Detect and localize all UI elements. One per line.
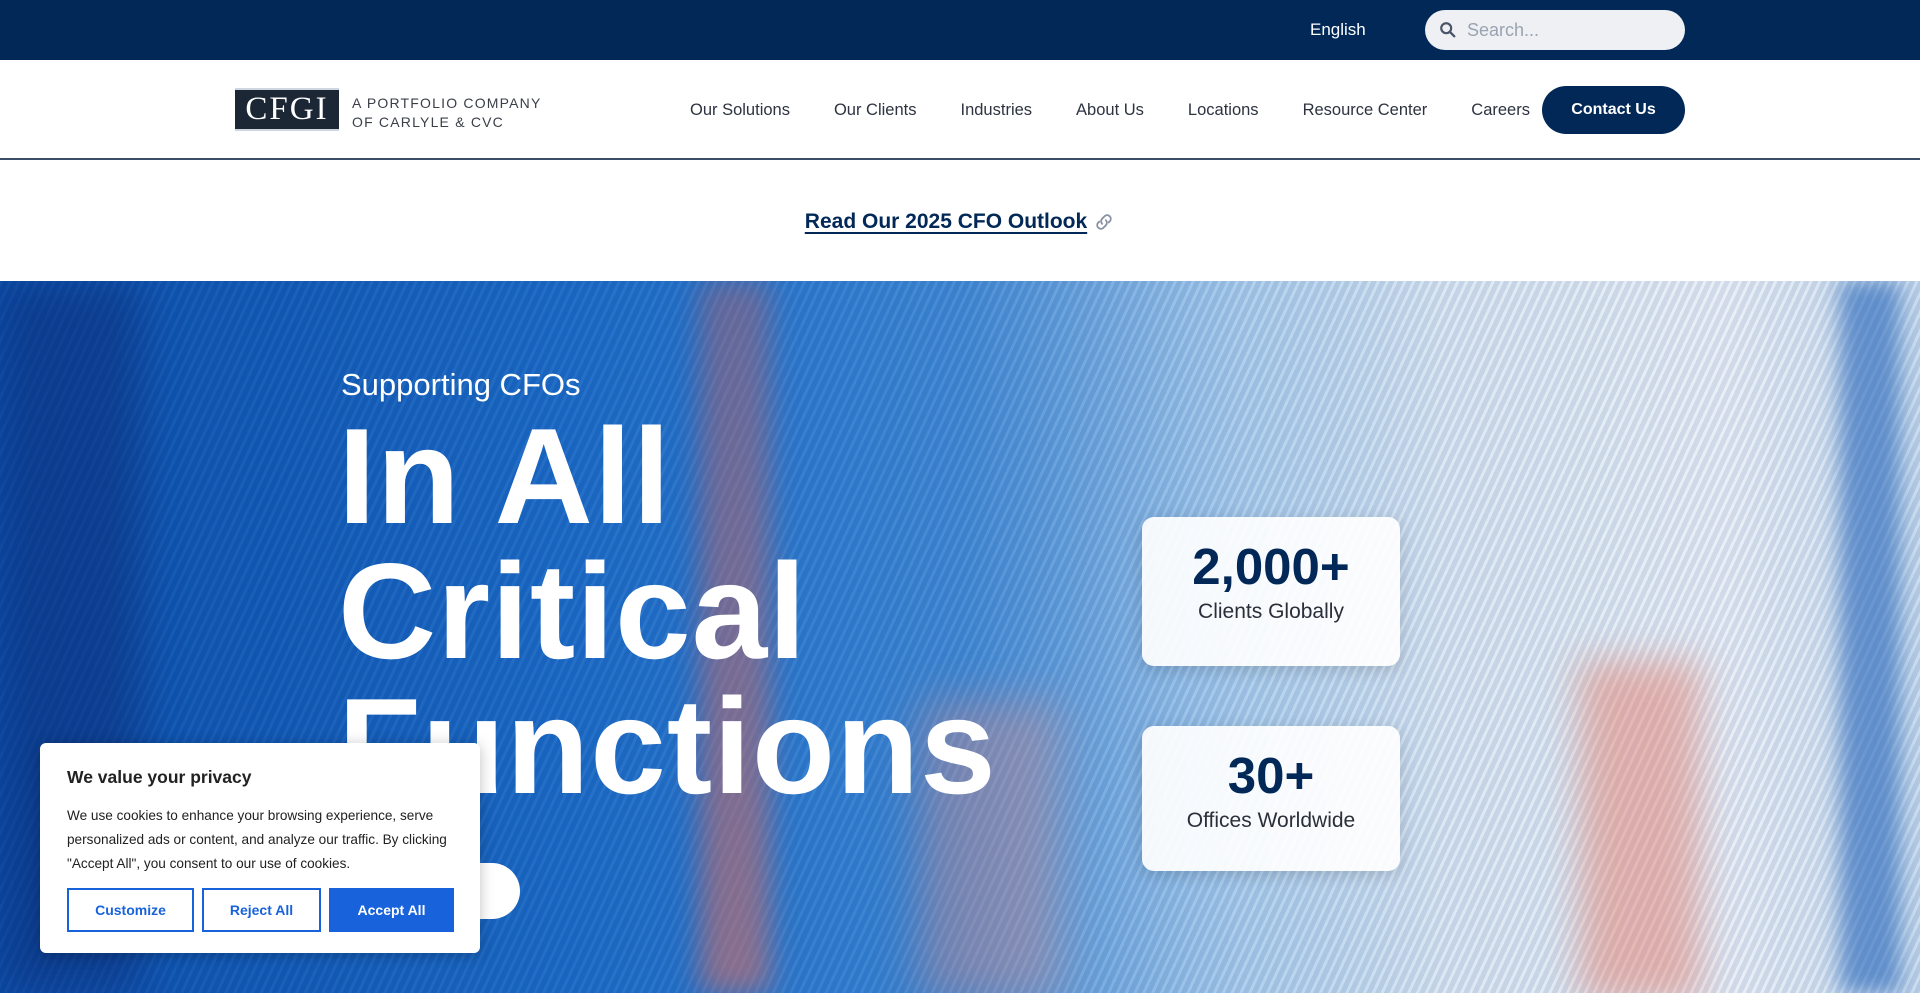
search-input[interactable] xyxy=(1467,10,1672,50)
stat-value: 2,000+ xyxy=(1192,538,1350,595)
tagline-line-1: A PORTFOLIO COMPANY xyxy=(352,95,542,111)
nav-resource-center[interactable]: Resource Center xyxy=(1303,101,1428,120)
logo-text: CFGI xyxy=(245,91,329,127)
cookie-body: We use cookies to enhance your browsing … xyxy=(67,808,447,871)
stat-card-offices: 30+ Offices Worldwide xyxy=(1142,726,1400,871)
customize-button[interactable]: Customize xyxy=(67,888,194,932)
logo-tagline: A PORTFOLIO COMPANY OF CARLYLE & CVC xyxy=(352,94,542,132)
top-utility-bar: English xyxy=(0,0,1920,60)
language-selector[interactable]: English xyxy=(1310,20,1366,40)
main-header: CFGI A PORTFOLIO COMPANY OF CARLYLE & CV… xyxy=(0,60,1920,160)
stat-label: Clients Globally xyxy=(1198,600,1344,623)
nav-about-us[interactable]: About Us xyxy=(1076,101,1144,120)
cookie-title: We value your privacy xyxy=(67,767,252,787)
hero-bg-shape xyxy=(1580,661,1700,993)
nav-careers[interactable]: Careers xyxy=(1471,101,1530,120)
stat-value: 30+ xyxy=(1227,747,1315,804)
cfo-outlook-link-text: Read Our 2025 CFO Outlook xyxy=(804,209,1088,233)
announcement-bar: Read Our 2025 CFO Outlook xyxy=(0,162,1920,281)
headline-line-1: In All xyxy=(338,400,672,552)
search-box[interactable] xyxy=(1425,10,1685,50)
cfgi-logo[interactable]: CFGI xyxy=(235,88,339,131)
stat-label: Offices Worldwide xyxy=(1186,809,1356,832)
cookie-consent-banner: We value your privacy We use cookies to … xyxy=(40,743,480,953)
hero-kicker: Supporting CFOs xyxy=(341,367,581,402)
search-icon xyxy=(1440,22,1456,38)
nav-our-clients[interactable]: Our Clients xyxy=(834,101,917,120)
headline-line-2: Critical xyxy=(338,535,808,687)
primary-nav: Our Solutions Our Clients Industries Abo… xyxy=(690,60,1530,160)
cookie-buttons: Customize Reject All Accept All xyxy=(67,888,454,932)
nav-our-solutions[interactable]: Our Solutions xyxy=(690,101,790,120)
cfo-outlook-link[interactable]: Read Our 2025 CFO Outlook xyxy=(805,210,1115,234)
tagline-line-2: OF CARLYLE & CVC xyxy=(352,114,504,130)
contact-us-button[interactable]: Contact Us xyxy=(1542,86,1685,134)
link-icon xyxy=(1096,213,1112,230)
hero-bg-shape xyxy=(1840,281,1900,993)
accept-all-button[interactable]: Accept All xyxy=(329,888,454,932)
reject-all-button[interactable]: Reject All xyxy=(202,888,321,932)
nav-industries[interactable]: Industries xyxy=(961,101,1033,120)
nav-locations[interactable]: Locations xyxy=(1188,101,1259,120)
stat-card-clients: 2,000+ Clients Globally xyxy=(1142,517,1400,666)
